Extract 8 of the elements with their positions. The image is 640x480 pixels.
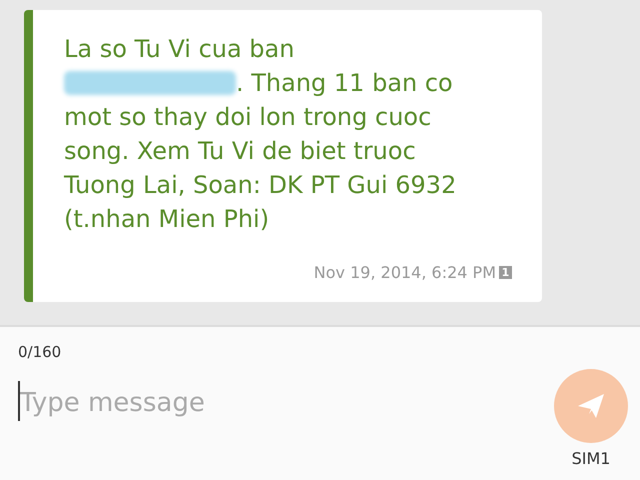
sim-label: SIM1 — [572, 449, 610, 468]
message-text: La so Tu Vi cua ban — [64, 34, 296, 65]
character-counter: 0/160 — [18, 343, 62, 361]
paper-plane-icon — [576, 392, 606, 420]
message-text: . Thang 11 ban co mot so thay doi lon trong cuoc song. Xem Tu Vi de biet truoc Tuong Lai, Soan: DK PT Gui 6932 (t.nhan Mien Phi) — [64, 69, 456, 233]
message-input[interactable]: Type message — [18, 381, 554, 421]
sim-badge: 1 — [499, 266, 512, 279]
timestamp: Nov 19, 2014, 6:24 PM — [314, 263, 496, 282]
